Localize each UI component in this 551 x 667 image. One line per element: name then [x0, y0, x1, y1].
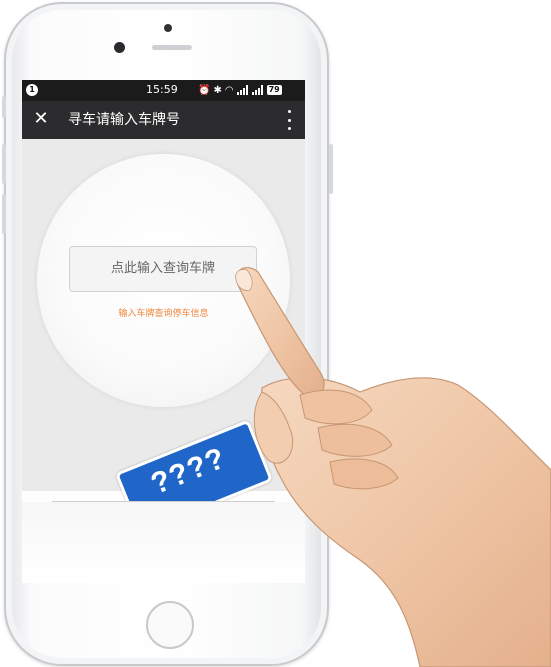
signal-icon: [236, 85, 249, 95]
phone-screen: 1 15:59 ⏰ ✱ ◠ 79 ✕ 寻车请输入车牌号 点此输入查询车牌 输入车…: [22, 80, 305, 583]
volume-up-button: [2, 144, 6, 184]
front-sensor: [164, 24, 172, 32]
status-time: 15:59: [146, 83, 178, 96]
pocket-edge: [52, 501, 275, 502]
more-menu-icon[interactable]: [285, 110, 293, 130]
volume-down-button: [2, 194, 6, 234]
page-title: 寻车请输入车牌号: [68, 112, 180, 128]
status-icons: ⏰ ✱ ◠ 79: [198, 82, 282, 98]
power-button: [329, 144, 333, 194]
notification-badge: 1: [26, 84, 38, 96]
bluetooth-icon: ✱: [213, 84, 222, 96]
earpiece-speaker: [152, 45, 192, 50]
title-bar: ✕ 寻车请输入车牌号: [22, 101, 305, 139]
alarm-icon: ⏰: [198, 84, 211, 96]
mute-switch: [2, 96, 6, 118]
hint-text: 输入车牌查询停车信息: [118, 309, 209, 319]
battery-indicator: 79: [266, 85, 282, 95]
main-content: 点此输入查询车牌 输入车牌查询停车信息 ????: [22, 139, 305, 583]
pocket-cover: [22, 502, 305, 583]
wifi-icon: ◠: [224, 84, 234, 96]
home-button[interactable]: [146, 601, 194, 649]
signal-icon-2: [251, 85, 264, 95]
close-icon[interactable]: ✕: [32, 110, 50, 128]
plate-search-input[interactable]: 点此输入查询车牌: [69, 246, 257, 292]
status-bar: 1 15:59 ⏰ ✱ ◠ 79: [22, 80, 305, 101]
front-camera: [114, 42, 125, 53]
